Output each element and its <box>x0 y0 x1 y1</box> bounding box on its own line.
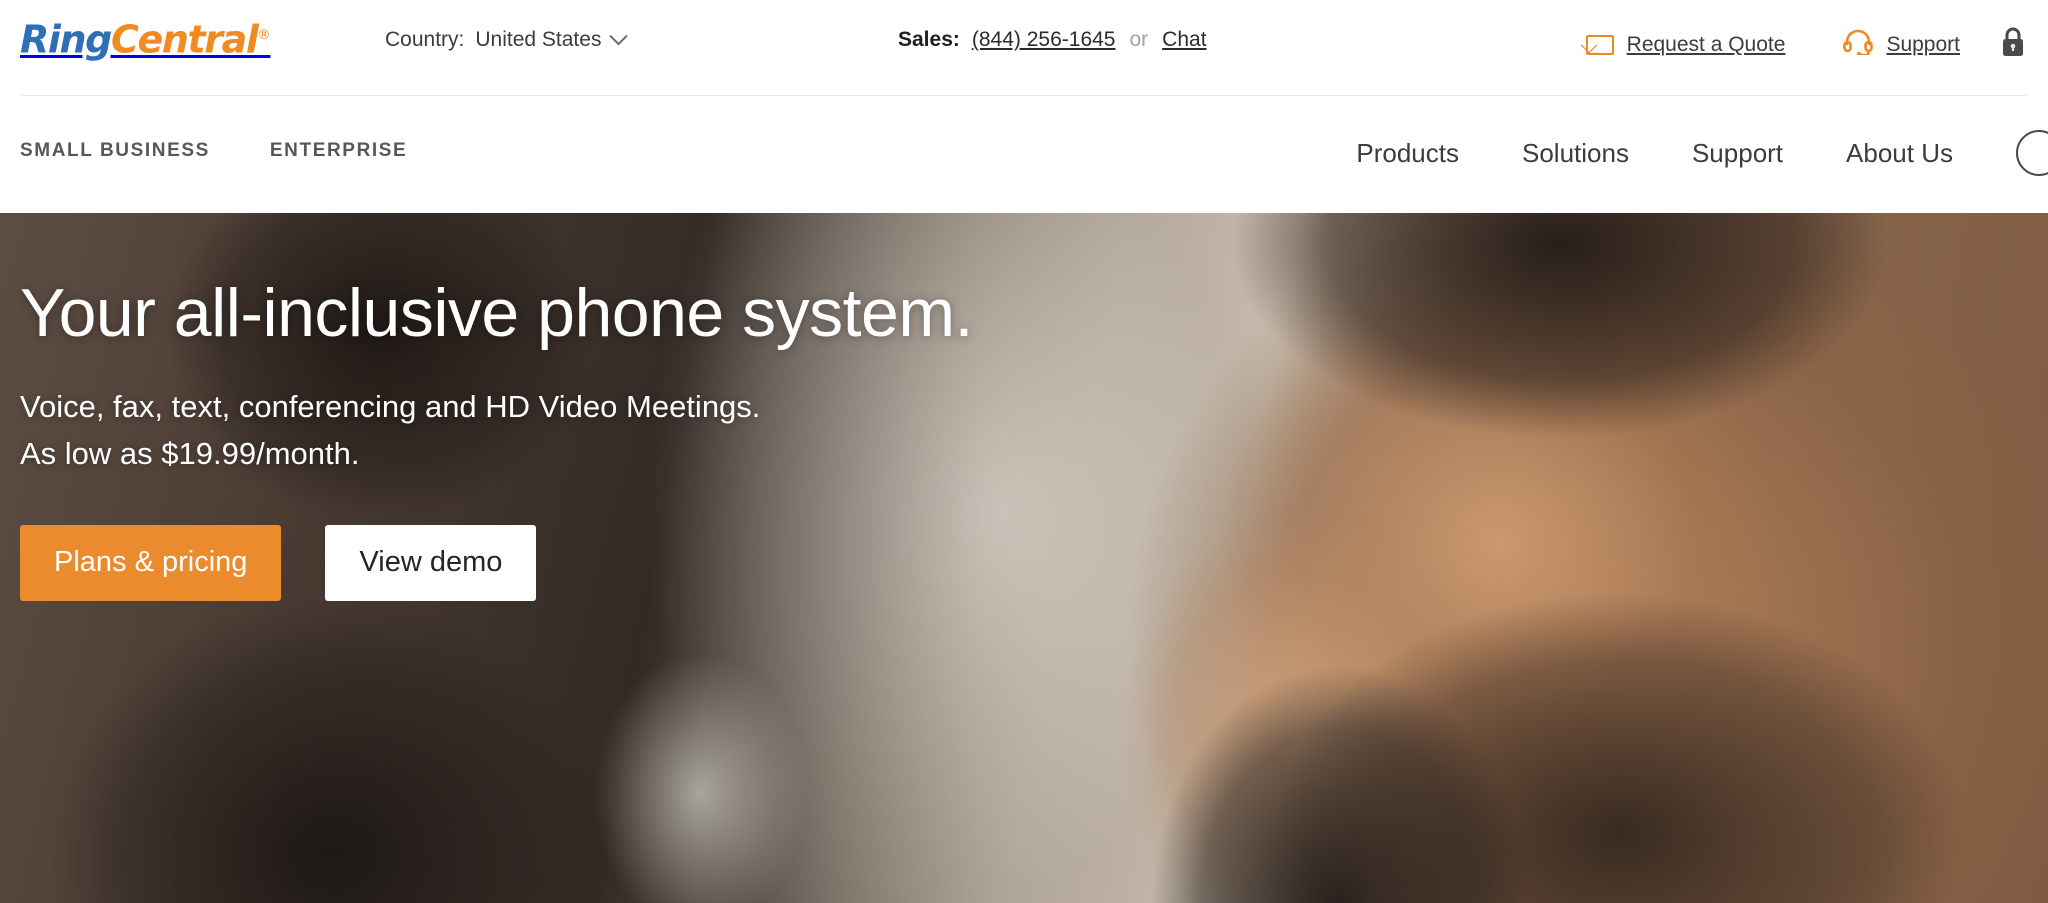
hero-subheadline-line-2: As low as $19.99/month. <box>20 435 360 471</box>
nav-link-support[interactable]: Support <box>1692 138 1783 169</box>
nav-tab-small-business[interactable]: Small Business <box>20 140 210 162</box>
hero-content: Your all-inclusive phone system. Voice, … <box>20 275 1170 601</box>
nav-link-about-us[interactable]: About Us <box>1846 138 1953 169</box>
primary-nav-links: Products Solutions Support About Us <box>1356 130 2048 176</box>
ringcentral-logo[interactable]: RingCentral® <box>20 16 270 60</box>
logo-ring-text: Ring <box>20 17 112 62</box>
search-icon[interactable] <box>2016 130 2048 176</box>
sales-contact: Sales: (844) 256-1645 or Chat <box>898 28 1207 52</box>
hero-section: Your all-inclusive phone system. Voice, … <box>0 213 2048 903</box>
nav-link-solutions[interactable]: Solutions <box>1522 138 1629 169</box>
headset-icon <box>1843 29 1874 61</box>
view-demo-button[interactable]: View demo <box>325 524 537 601</box>
sales-label: Sales: <box>898 28 960 51</box>
sales-phone-link[interactable]: (844) 256-1645 <box>972 28 1116 52</box>
logo-registered-mark: ® <box>257 28 271 43</box>
country-selector[interactable]: Country: United States <box>385 26 629 52</box>
chevron-down-icon <box>609 26 629 45</box>
hero-subheadline: Voice, fax, text, conferencing and HD Vi… <box>20 389 1170 472</box>
hero-subheadline-line-1: Voice, fax, text, conferencing and HD Vi… <box>20 389 761 425</box>
country-value: United States <box>475 28 602 51</box>
logo-central-text: Central <box>110 17 259 62</box>
segment-tabs: Small Business Enterprise <box>20 140 407 162</box>
lock-icon[interactable] <box>2000 26 2026 63</box>
plans-and-pricing-button[interactable]: Plans & pricing <box>20 524 282 601</box>
sales-chat-link[interactable]: Chat <box>1162 28 1206 52</box>
country-label: Country: <box>385 28 465 51</box>
sales-separator: or <box>1129 28 1149 51</box>
hero-cta-group: Plans & pricing View demo <box>20 524 1170 601</box>
utility-links: Request a Quote Support <box>1585 26 2026 63</box>
nav-tab-enterprise[interactable]: Enterprise <box>270 140 407 162</box>
support-link[interactable]: Support <box>1843 29 1960 61</box>
page-root: RingCentral® Country: United States Sale… <box>0 0 2048 903</box>
main-navigation: Small Business Enterprise Products Solut… <box>0 96 2048 213</box>
top-utility-bar: RingCentral® Country: United States Sale… <box>0 0 2048 96</box>
hero-headline: Your all-inclusive phone system. <box>20 275 973 351</box>
nav-link-products[interactable]: Products <box>1356 138 1459 169</box>
request-a-quote-link[interactable]: Request a Quote <box>1585 32 1786 57</box>
envelope-icon <box>1585 34 1614 55</box>
request-a-quote-label: Request a Quote <box>1626 32 1786 56</box>
support-label: Support <box>1886 32 1960 56</box>
